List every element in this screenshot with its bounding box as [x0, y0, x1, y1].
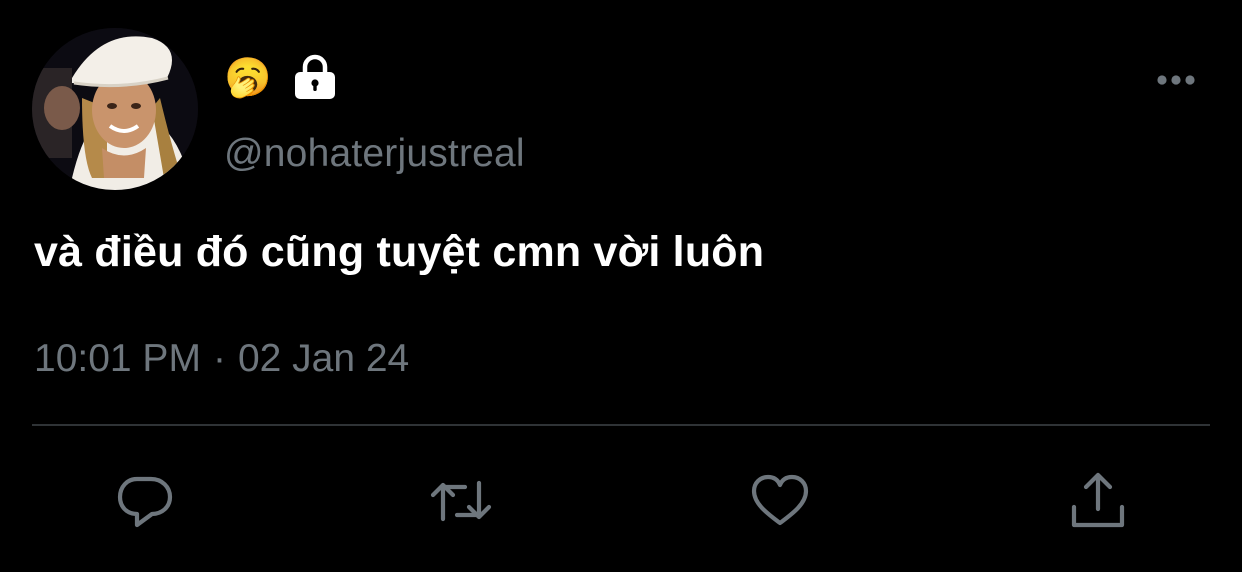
more-options-button[interactable]	[1152, 66, 1200, 94]
tweet-text: và điều đó cũng tuyệt cmn vời luôn	[34, 228, 765, 276]
display-name-row: 🥱	[224, 52, 337, 102]
share-icon	[1071, 472, 1125, 528]
user-handle[interactable]: @nohaterjustreal	[224, 132, 525, 176]
action-bar	[0, 468, 1242, 534]
reply-button[interactable]	[110, 468, 180, 534]
tweet-date: 02 Jan 24	[237, 337, 410, 380]
retweet-icon	[430, 480, 492, 522]
like-button[interactable]	[745, 468, 815, 534]
retweet-button[interactable]	[426, 468, 496, 534]
more-icon	[1157, 75, 1195, 85]
lock-icon	[295, 54, 336, 99]
share-button[interactable]	[1063, 468, 1133, 534]
reply-icon	[117, 476, 173, 528]
tweet-timestamp[interactable]: 10:01 PM · 02 Jan 24	[34, 337, 409, 381]
heart-icon	[751, 474, 809, 526]
divider	[32, 424, 1210, 426]
yawning-face-emoji: 🥱	[224, 55, 272, 99]
tweet-time: 10:01 PM	[34, 337, 201, 380]
avatar-image	[32, 28, 198, 190]
timestamp-separator: ·	[212, 337, 226, 380]
avatar[interactable]	[32, 28, 198, 190]
tweet: 🥱 @nohaterjustreal và điều đó cũng tuyệt…	[0, 0, 1242, 572]
